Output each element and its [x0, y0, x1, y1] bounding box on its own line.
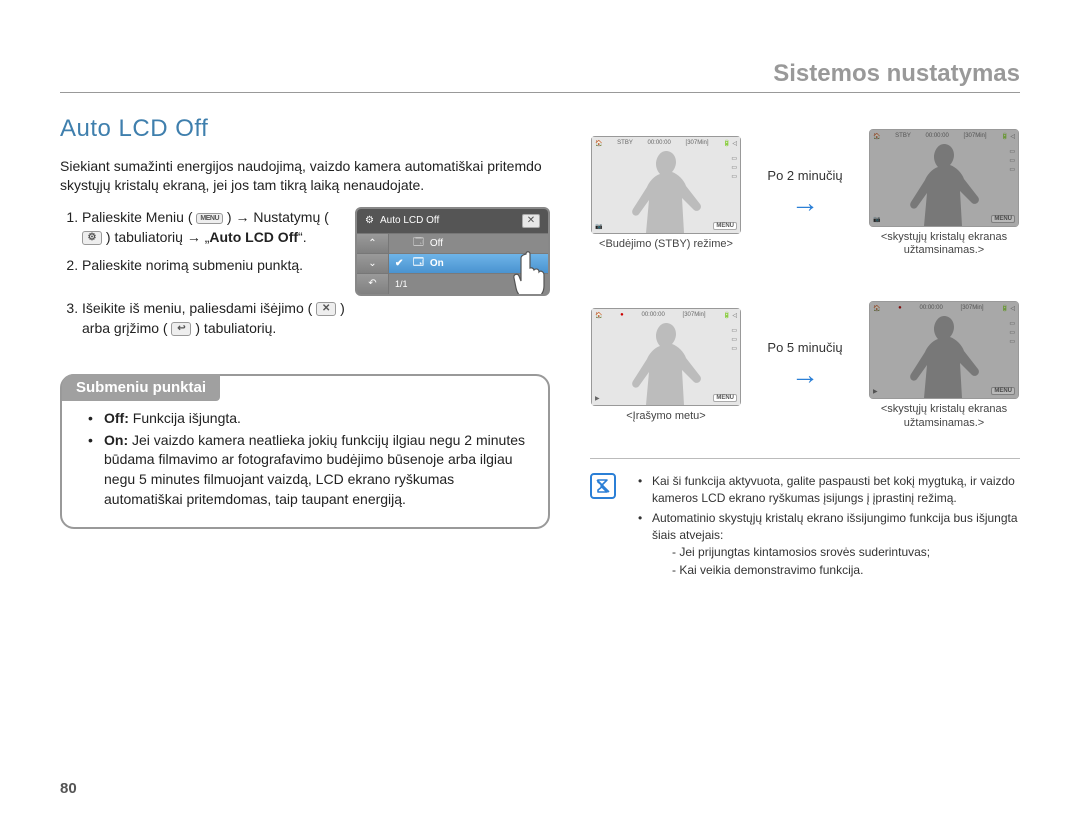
arrow-right-icon: →	[765, 187, 845, 219]
arrow-2min: Po 2 minučių →	[765, 168, 845, 219]
osd-time: 00:00:00	[919, 305, 942, 312]
note-2: Automatinio skystųjų kristalų ekrano išs…	[642, 510, 1020, 580]
arrow-5min: Po 5 minučių →	[765, 340, 845, 391]
menu-title: Auto LCD Off	[380, 215, 439, 226]
on-desc: Jei vaizdo kamera neatlieka jokių funkci…	[104, 432, 525, 507]
chapter-title: Sistemos nustatymas	[60, 60, 1020, 93]
submenu-item-off: Off: Funkcija išjungta.	[94, 409, 530, 429]
screen-stby-dim: 🏠 STBY 00:00:00 [307Min] 🔋 ◁ ▭▭▭ 📷	[869, 129, 1019, 257]
note-2a: Jei prijungtas kintamosios srovės suderi…	[672, 544, 1020, 561]
step-3: Išeikite iš meniu, paliesdami išėjimo ( …	[82, 298, 345, 339]
submenu-box: Submeniu punktai Off: Funkcija išjungta.…	[60, 374, 550, 529]
arrow-label-5min: Po 5 minučių	[767, 340, 842, 355]
note-2-lead: Automatinio skystųjų kristalų ekrano išs…	[652, 511, 1018, 542]
scroll-down-icon[interactable]: ⌄	[357, 254, 388, 274]
osd-time: 00:00:00	[926, 133, 949, 140]
osd-time: 00:00:00	[641, 312, 664, 319]
screen-stby: 🏠 STBY 00:00:00 [307Min] 🔋 ◁ ▭▭▭ 📷	[591, 136, 741, 251]
osd-menu-badge: MENU	[713, 222, 737, 230]
osd-remain: [307Min]	[961, 305, 984, 312]
menu-close-icon[interactable]: ✕	[522, 214, 540, 228]
gear-icon	[82, 231, 102, 245]
osd-menu-badge: MENU	[991, 215, 1015, 223]
return-icon	[171, 322, 191, 336]
arrow-right-icon: →	[765, 359, 845, 391]
off-bold: Off:	[104, 410, 129, 426]
menu-item-on[interactable]: ✔ 🗔 On	[389, 254, 548, 274]
step1-part-b: ) → Nustatymų (	[227, 209, 329, 225]
step-2: Palieskite norimą submeniu punktą.	[82, 255, 345, 275]
screen-rec-dim: 🏠 ● 00:00:00 [307Min] 🔋 ◁ ▭▭▭ ▶	[869, 301, 1019, 429]
note-box: Kai ši funkcija aktyvuota, galite paspau…	[590, 458, 1020, 581]
osd-remain: [307Min]	[686, 140, 709, 147]
person-silhouette-icon	[902, 140, 992, 226]
arrow-label-2min: Po 2 minučių	[767, 168, 842, 183]
caption-stby: <Budėjimo (STBY) režime>	[591, 238, 741, 251]
osd-time: 00:00:00	[648, 140, 671, 147]
osd-menu-badge: MENU	[713, 394, 737, 402]
step3-part-a: Išeikite iš meniu, paliesdami išėjimo (	[82, 300, 312, 316]
person-silhouette-icon	[624, 319, 714, 405]
off-label: Off	[430, 238, 443, 249]
menu-screenshot: ⚙ Auto LCD Off ✕ ⌃ ⌄ 🗔	[355, 207, 550, 296]
step1-part-c: ) tabuliatorių → „	[106, 229, 209, 245]
osd-menu-badge: MENU	[991, 387, 1015, 395]
osd-remain: [307Min]	[964, 133, 987, 140]
off-desc: Funkcija išjungta.	[129, 410, 241, 426]
osd-stby: STBY	[617, 140, 633, 147]
submenu-item-on: On: Jei vaizdo kamera neatlieka jokių fu…	[94, 431, 530, 509]
person-silhouette-icon	[902, 312, 992, 398]
caption-rec: <Įrašymo metu>	[591, 410, 741, 423]
menu-back-icon[interactable]: ↶	[357, 274, 389, 294]
step3-part-c: ) tabuliatorių.	[195, 320, 276, 336]
step-1: Palieskite Meniu ( MENU ) → Nustatymų ( …	[82, 207, 345, 248]
submenu-heading: Submeniu punktai	[62, 374, 220, 401]
gear-icon: ⚙	[365, 215, 374, 226]
left-column: Auto LCD Off Siekiant sumažinti energijo…	[60, 115, 550, 581]
osd-stby: STBY	[895, 133, 911, 140]
on-label: On	[430, 258, 444, 269]
menu-header: ⚙ Auto LCD Off ✕	[357, 209, 548, 234]
caption-dim2: <skystųjų kristalų ekranas užtamsinamas.…	[869, 403, 1019, 429]
osd-remain: [307Min]	[683, 312, 706, 319]
note-2b: Kai veikia demonstravimo funkcija.	[672, 562, 1020, 579]
intro-text: Siekiant sumažinti energijos naudojimą, …	[60, 157, 550, 195]
page-number: 80	[60, 780, 77, 797]
screen-rec: 🏠 ● 00:00:00 [307Min] 🔋 ◁ ▭▭▭ ▶	[591, 308, 741, 423]
step1-part-a: Palieskite Meniu (	[82, 209, 193, 225]
note-1: Kai ši funkcija aktyvuota, galite paspau…	[642, 473, 1020, 508]
note-icon	[590, 473, 616, 499]
steps-list: Palieskite Meniu ( MENU ) → Nustatymų ( …	[60, 207, 345, 346]
person-silhouette-icon	[624, 147, 714, 233]
on-bold: On:	[104, 432, 128, 448]
close-icon	[316, 302, 336, 316]
step1-part-e: “.	[298, 229, 307, 245]
right-column: 🏠 STBY 00:00:00 [307Min] 🔋 ◁ ▭▭▭ 📷	[590, 115, 1020, 581]
touch-hand-icon	[508, 248, 550, 296]
caption-dim1: <skystųjų kristalų ekranas užtamsinamas.…	[869, 231, 1019, 257]
menu-icon: MENU	[196, 213, 223, 224]
section-title: Auto LCD Off	[60, 115, 550, 143]
step1-bold: Auto LCD Off	[209, 229, 298, 245]
scroll-up-icon[interactable]: ⌃	[357, 234, 388, 254]
